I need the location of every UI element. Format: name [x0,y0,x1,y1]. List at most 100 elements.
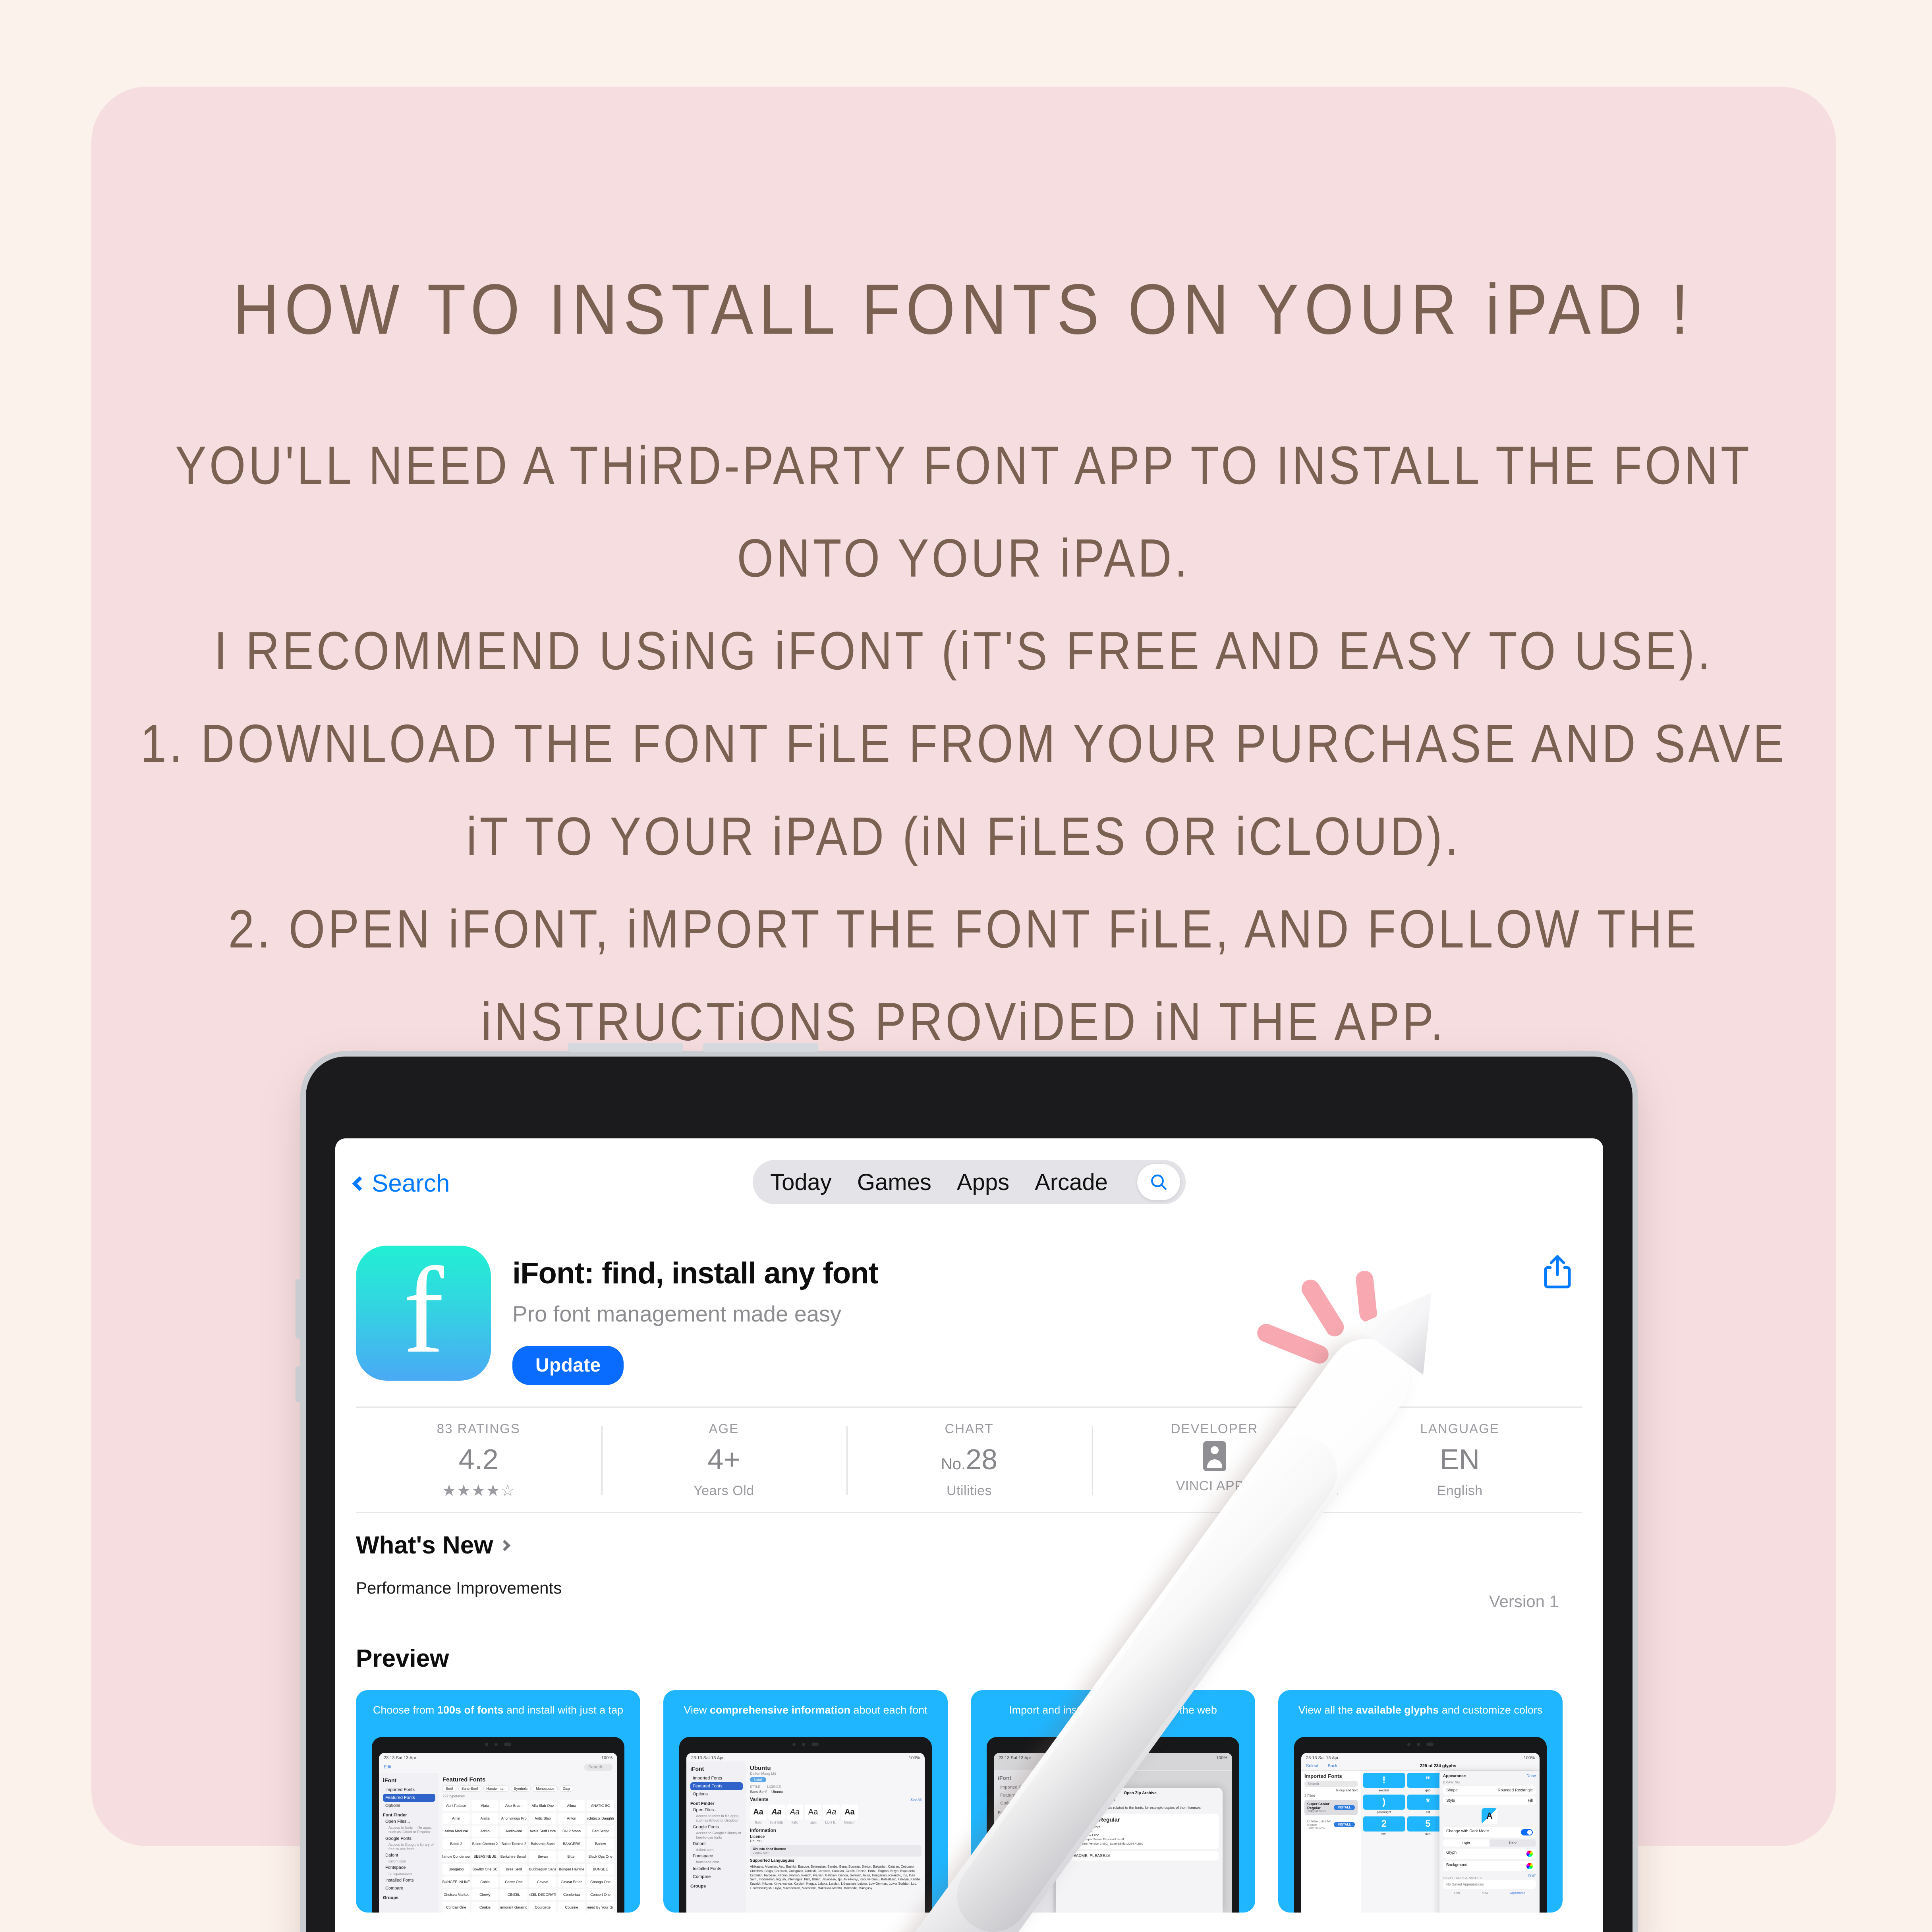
shot-2-variant-swatches[interactable]: Aa Aa Aa Aa Aa Aa [750,1804,922,1820]
shot-2-nav-options[interactable]: Options [690,1790,743,1798]
font-tile[interactable]: B612 Mono [558,1826,585,1837]
font-tile[interactable]: Changa One [587,1876,614,1888]
shot-1-nav-options[interactable]: Options [383,1802,435,1810]
shot-2-src-google[interactable]: Google Fonts [690,1823,743,1831]
tab-today[interactable]: Today [770,1169,832,1196]
power-button[interactable] [296,1279,304,1339]
shot-1-edit[interactable]: Edit [384,1765,391,1770]
font-tile[interactable]: Concert One [587,1889,614,1900]
font-tile[interactable]: Bitter [558,1851,585,1862]
font-tile[interactable]: Alata [471,1800,499,1811]
font-tile[interactable]: Bowlby One SC [471,1864,499,1875]
font-tile[interactable]: Berkshire Swash [500,1851,527,1862]
shot-2-src-fontspace[interactable]: Fontspace [690,1852,743,1860]
shot-1-src-fontspace[interactable]: Fontspace [383,1864,435,1872]
font-tile[interactable]: Amita [471,1813,499,1824]
font-tile[interactable]: ANATIC SC [587,1800,614,1811]
sheet-readme-row[interactable]: README, PLEASE.txt [1060,1851,1219,1861]
volume-button-up[interactable] [568,1043,683,1052]
font-tile[interactable]: Comfortaa [558,1889,585,1900]
preview-shot-4[interactable]: View all the available glyphs and custom… [1278,1690,1563,1913]
font-tile[interactable]: Alfa Slab One [529,1800,556,1811]
appearance-done-button[interactable]: Done [1526,1774,1536,1778]
font-tile[interactable]: CINZEL [500,1889,527,1900]
appearance-bg-color-row[interactable]: Background [1443,1861,1536,1871]
chip-monospace[interactable]: Monospace [533,1785,558,1792]
shot-4-install-1[interactable]: INSTALL [1333,1805,1355,1810]
font-tile[interactable]: Black Ops One [587,1851,614,1862]
update-button[interactable]: Update [512,1346,624,1385]
font-tile[interactable]: Cormorant Garamond [500,1902,527,1913]
font-tile[interactable]: Audiowide [500,1826,527,1837]
volume-button-down[interactable] [703,1043,818,1052]
shot-2-installed[interactable]: Installed Fonts [690,1865,743,1873]
font-tile[interactable]: Arimo [471,1826,499,1837]
font-tile[interactable]: Caveat [529,1876,556,1888]
glyph-cell[interactable]: ) parenright [1363,1795,1405,1814]
font-tile[interactable]: Baloo Chettan 2 [471,1838,499,1849]
shot-1-src-google[interactable]: Google Fonts [383,1835,435,1843]
back-to-search-button[interactable]: Search [352,1169,450,1198]
preview-shot-2[interactable]: View comprehensive information about eac… [663,1690,948,1913]
font-tile[interactable]: Allura [558,1800,585,1811]
font-tile[interactable]: Abril Fatface [442,1800,470,1811]
shot-4-group-sort[interactable]: Group and Sort [1304,1789,1358,1792]
share-icon[interactable] [1540,1252,1575,1292]
font-tile[interactable]: Covered By Your Grace [587,1902,614,1913]
shot-2-see-all[interactable]: See All [910,1798,922,1802]
font-tile[interactable]: Contrail One [442,1902,470,1913]
mode-dark[interactable]: Dark [1490,1839,1536,1847]
appearance-glyph-color-row[interactable]: Glyph [1443,1849,1536,1859]
font-tile[interactable]: Antic Slab [529,1813,556,1824]
font-tile[interactable]: BANGERS [558,1838,585,1849]
appstore-tabbar[interactable]: Today Games Apps Arcade [753,1160,1186,1204]
background-color-wheel-icon[interactable] [1526,1863,1533,1869]
shot-4-back[interactable]: Back [1328,1764,1337,1768]
shot-2-src-openfiles[interactable]: Open Files... [690,1806,743,1814]
shot-1-installed[interactable]: Installed Fonts [383,1876,435,1884]
font-tile[interactable]: Balsamiq Sans [529,1838,556,1849]
font-tile[interactable]: Amiri [442,1813,470,1824]
font-tile[interactable]: Caveat Brush [558,1876,585,1888]
shot-1-nav-imported[interactable]: Imported Fonts [383,1786,435,1794]
font-tile[interactable]: Bad Script [587,1826,614,1837]
shot-1-src-openfiles[interactable]: Open Files... [383,1818,435,1826]
shot-2-nav-featured[interactable]: Featured Fonts [690,1782,743,1790]
font-tile[interactable]: Anonymous Pro [500,1813,527,1824]
shot-4-select[interactable]: Select [1306,1764,1318,1768]
font-tile[interactable]: Bree Serif [500,1864,527,1875]
appearance-shape-row[interactable]: Shape Rounded Rectangle [1443,1786,1536,1795]
font-tile[interactable]: Cookie [471,1902,499,1913]
appearance-mode-segment[interactable]: Light Dark [1443,1839,1536,1847]
tab-arcade[interactable]: Arcade [1035,1169,1108,1196]
tab-games[interactable]: Games [857,1169,931,1196]
font-tile[interactable]: Barlow Condensed [442,1851,470,1862]
tab-apps[interactable]: Apps [957,1169,1009,1196]
appearance-style-row[interactable]: Style Fill [1443,1797,1536,1805]
font-tile[interactable]: Chewy [471,1889,499,1900]
appearance-tab-filter[interactable]: Filter [1454,1892,1461,1895]
font-tile[interactable]: BUNGEE INLINE [442,1876,470,1888]
shot-4-font-row-2[interactable]: Cutesie Juice Nd Nature Today at 23:02 I… [1304,1817,1358,1832]
preview-shot-1[interactable]: Choose from 100s of fonts and install wi… [356,1690,640,1913]
font-tile[interactable]: Baloo Tamma 2 [500,1838,527,1849]
glyph-color-wheel-icon[interactable] [1526,1851,1533,1857]
appearance-darkmode-row[interactable]: Change with Dark Mode [1443,1827,1536,1837]
tab-search[interactable] [1137,1164,1180,1200]
shot-1-font-grid[interactable]: Abril Fatface Alata Alex Brush Alfa Slab On… [442,1800,614,1913]
font-tile[interactable]: Boogaloo [442,1864,470,1875]
font-tile[interactable]: Bungee Hairline [558,1864,585,1875]
shot-2-compare[interactable]: Compare [690,1873,743,1881]
font-tile[interactable]: CINZEL DECORATIVE [529,1889,556,1900]
font-tile[interactable]: Chelsea Market [442,1889,470,1900]
chip-sans-serif[interactable]: Sans-Serif [458,1785,481,1792]
font-tile[interactable]: Courgette [529,1902,556,1913]
font-tile[interactable]: Arima Madurai [442,1826,470,1837]
font-tile[interactable]: BEBAS NEUE [471,1851,499,1862]
shot-4-font-row-1[interactable]: Super Senior Regular Today at 23:13 INST… [1304,1800,1358,1815]
shot-2-install-button[interactable]: Install [750,1777,766,1782]
font-tile[interactable]: Cabin [471,1876,499,1888]
shot-1-search[interactable]: Search [584,1764,612,1771]
font-tile[interactable]: Barlow [587,1838,614,1849]
shot-4-install-2[interactable]: INSTALL [1333,1822,1355,1827]
